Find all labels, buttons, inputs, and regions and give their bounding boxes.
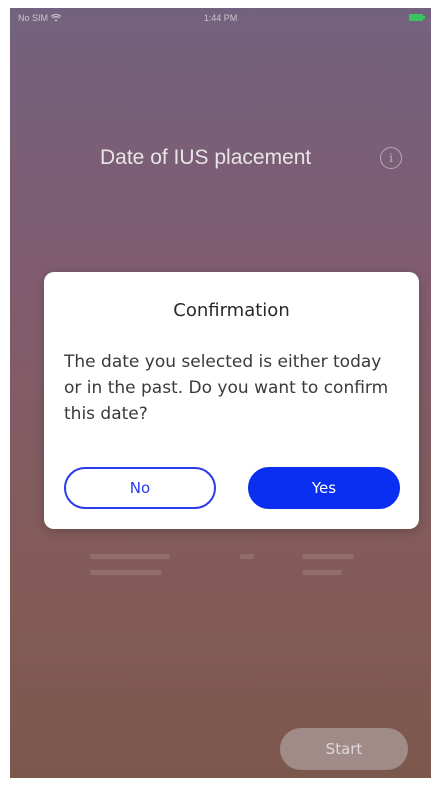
dialog-title: Confirmation [173,300,290,321]
app-screen: No SIM 1:44 PM Date of IUS placement i S… [10,8,431,778]
dialog-message: The date you selected is either today or… [64,352,389,424]
no-button[interactable]: No [64,467,216,509]
confirmation-dialog: Confirmation The date you selected is ei… [44,272,419,529]
yes-button[interactable]: Yes [248,467,400,509]
